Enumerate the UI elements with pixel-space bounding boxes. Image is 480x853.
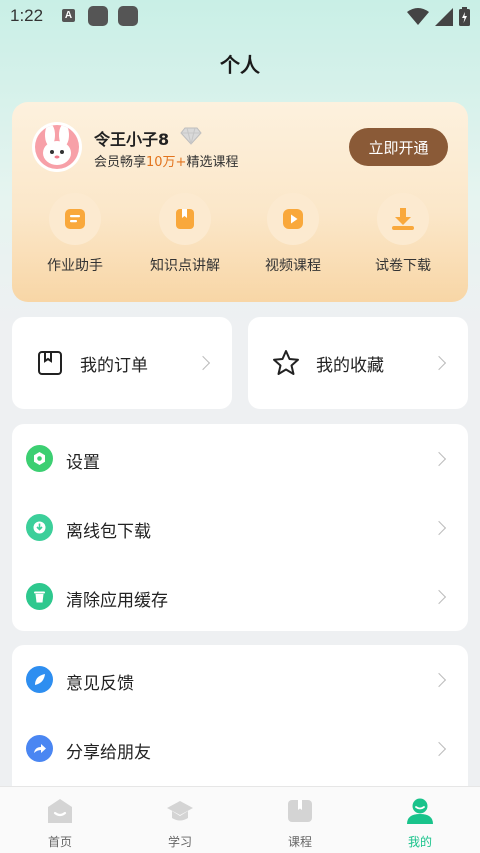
notification-app-icon-2 (118, 6, 138, 26)
trash-icon (26, 583, 53, 610)
page-title: 个人 (220, 53, 260, 77)
my-orders-label: 我的订单 (80, 356, 148, 376)
feedback-row[interactable]: 意见反馈 (12, 645, 468, 714)
vip-desc-prefix: 会员畅享 (94, 155, 147, 170)
offline-download-row[interactable]: 离线包下载 (12, 493, 468, 562)
clear-cache-label: 清除应用缓存 (66, 591, 168, 611)
chevron-right-icon (431, 520, 447, 536)
share-label: 分享给朋友 (66, 743, 151, 763)
wifi-icon (407, 7, 429, 25)
feature-label: 试卷下载 (375, 258, 431, 274)
share-icon (26, 735, 53, 762)
feedback-icon (26, 666, 53, 693)
chevron-right-icon (195, 355, 211, 371)
book-icon (176, 209, 194, 229)
tab-label: 课程 (287, 835, 312, 849)
tab-home[interactable]: 首页 (0, 787, 120, 853)
vip-description: 会员畅享10万+精选课程 (94, 151, 238, 170)
course-book-icon (288, 800, 312, 822)
chevron-right-icon (431, 741, 447, 757)
profile-icon (407, 798, 433, 824)
homework-icon (65, 209, 85, 229)
my-favorites-label: 我的收藏 (316, 356, 384, 376)
diamond-icon (180, 127, 202, 145)
star-icon (273, 350, 299, 375)
settings-group: 设置 离线包下载 清除应用缓存 (12, 424, 468, 631)
my-orders-card[interactable]: 我的订单 (12, 317, 232, 409)
vip-desc-highlight: 10万+ (146, 155, 187, 170)
tab-mine[interactable]: 我的 (360, 787, 480, 853)
offline-download-icon (26, 514, 53, 541)
chevron-right-icon (431, 672, 447, 688)
support-group: 意见反馈 分享给朋友 (12, 645, 468, 805)
feedback-label: 意见反馈 (66, 674, 134, 694)
notification-app-icon (88, 6, 108, 26)
share-row[interactable]: 分享给朋友 (12, 714, 468, 783)
feature-label: 作业助手 (47, 258, 103, 274)
username: 令王小子8 (94, 130, 170, 149)
bunny-avatar-icon (35, 125, 79, 169)
tab-label: 学习 (167, 835, 192, 849)
feature-label: 知识点讲解 (150, 258, 220, 274)
graduation-cap-icon (167, 801, 193, 821)
bottom-tab-bar: 首页 学习 课程 我的 (0, 786, 480, 853)
download-icon (392, 208, 414, 230)
home-icon (48, 799, 72, 823)
my-favorites-card[interactable]: 我的收藏 (248, 317, 468, 409)
feature-knowledge[interactable]: 知识点讲解 (140, 193, 230, 275)
signal-icon (435, 7, 453, 26)
feature-exam-download[interactable]: 试卷下载 (358, 193, 448, 275)
clear-cache-row[interactable]: 清除应用缓存 (12, 562, 468, 631)
status-bar: 1:22 A (0, 0, 480, 34)
chevron-right-icon (431, 355, 447, 371)
chevron-right-icon (431, 589, 447, 605)
tab-course[interactable]: 课程 (240, 787, 360, 853)
offline-download-label: 离线包下载 (66, 522, 151, 542)
settings-label: 设置 (66, 453, 100, 473)
tab-label: 首页 (47, 835, 72, 849)
tab-label: 我的 (407, 835, 432, 849)
settings-row[interactable]: 设置 (12, 424, 468, 493)
feature-label: 视频课程 (265, 258, 321, 274)
status-time: 1:22 (10, 6, 44, 25)
video-play-icon (283, 209, 303, 229)
chevron-right-icon (431, 451, 447, 467)
settings-icon (26, 445, 53, 472)
tab-study[interactable]: 学习 (120, 787, 240, 853)
feature-homework[interactable]: 作业助手 (30, 193, 120, 275)
avatar[interactable] (32, 122, 82, 172)
battery-icon (459, 7, 470, 26)
order-icon (38, 351, 62, 375)
vip-desc-suffix: 精选课程 (186, 155, 239, 170)
notification-a-icon: A (62, 9, 75, 22)
vip-card: 令王小子8 会员畅享10万+精选课程 立即开通 作业助手 知识点讲解 视频课程 … (12, 102, 468, 302)
feature-video[interactable]: 视频课程 (248, 193, 338, 275)
open-membership-button[interactable]: 立即开通 (349, 128, 448, 166)
